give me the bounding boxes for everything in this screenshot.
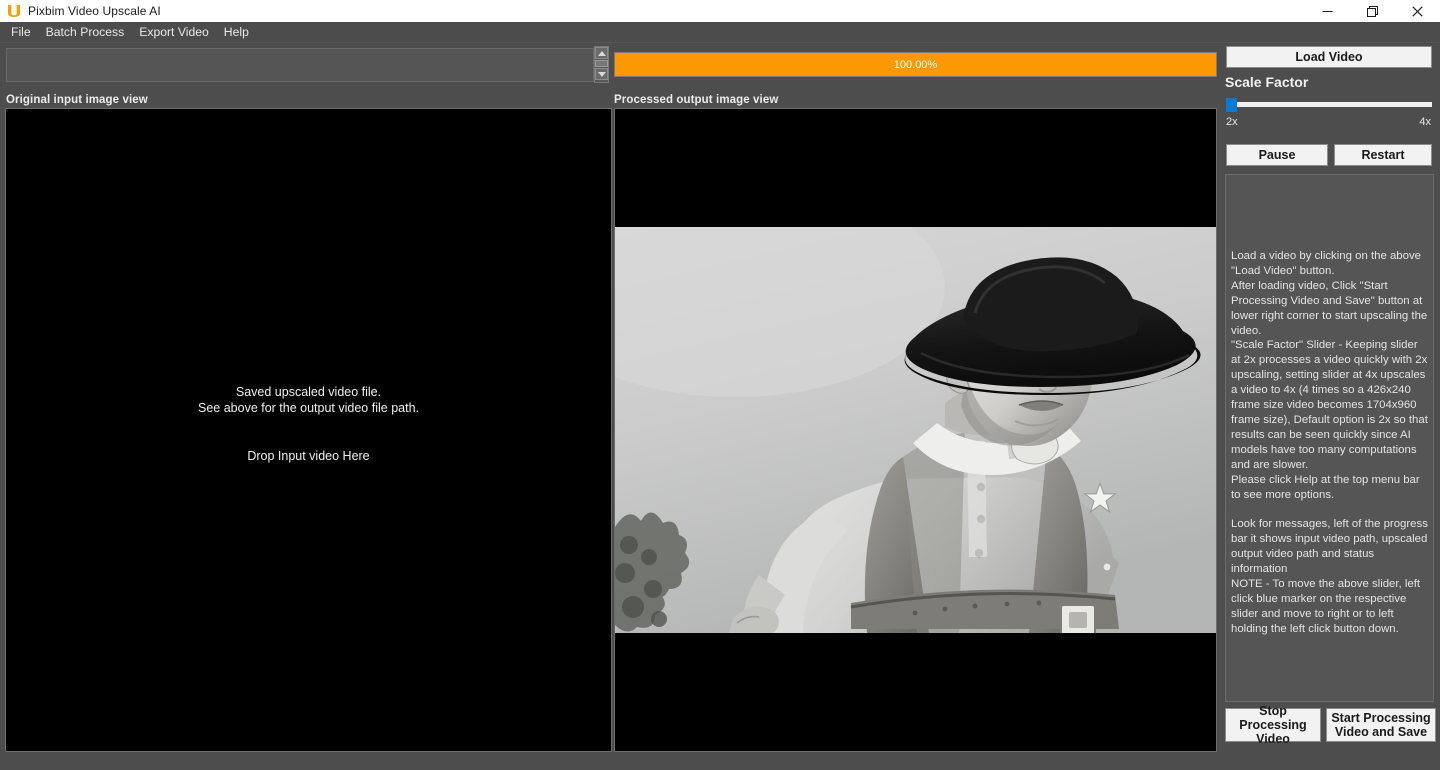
window-controls [1305, 0, 1440, 22]
help-paragraph-4: Please click Help at the top menu bar to… [1231, 473, 1428, 503]
stop-processing-video-button[interactable]: Stop Processing Video [1225, 708, 1321, 742]
input-placeholder: Saved upscaled video file. See above for… [198, 384, 419, 464]
help-text-panel[interactable]: Load a video by clicking on the above "L… [1225, 174, 1434, 702]
restart-button[interactable]: Restart [1334, 144, 1432, 166]
progress-bar: 100.00% [614, 52, 1217, 77]
help-spacer [1231, 502, 1428, 517]
menu-item-batch-process[interactable]: Batch Process [39, 23, 132, 42]
saved-file-line: Saved upscaled video file. [198, 384, 419, 400]
chevron-up-icon[interactable] [595, 47, 608, 59]
help-paragraph-5: Look for messages, left of the progress … [1231, 517, 1428, 577]
progress-bar-fill: 100.00% [615, 53, 1216, 76]
app-logo-icon [7, 4, 21, 18]
title-bar: Pixbim Video Upscale AI [0, 0, 1440, 22]
menu-item-export-video[interactable]: Export Video [132, 23, 216, 42]
close-button[interactable] [1395, 0, 1440, 22]
menu-item-help[interactable]: Help [217, 23, 256, 42]
processed-video-frame [615, 227, 1216, 633]
scrollbar-thumb[interactable] [595, 60, 608, 67]
processed-output-image-view[interactable] [614, 108, 1217, 752]
progress-bar-label: 100.00% [894, 59, 937, 71]
slider-rail[interactable] [1226, 102, 1432, 107]
minimize-button[interactable] [1305, 0, 1350, 22]
maximize-button[interactable] [1350, 0, 1395, 22]
scale-min-label: 2x [1226, 116, 1238, 128]
help-paragraph-1: Load a video by clicking on the above "L… [1231, 249, 1428, 279]
scale-factor-slider[interactable] [1226, 98, 1432, 112]
start-processing-video-save-button[interactable]: Start Processing Video and Save [1326, 708, 1436, 742]
scale-factor-label: Scale Factor [1225, 74, 1308, 90]
help-text-content: Load a video by clicking on the above "L… [1226, 175, 1433, 637]
menu-item-file[interactable]: File [4, 23, 38, 42]
slider-handle[interactable] [1226, 98, 1237, 112]
output-path-hint-line: See above for the output video file path… [198, 400, 419, 416]
status-message-scrollbar[interactable] [594, 46, 609, 83]
control-panel: Load Video Scale Factor 2x 4x Pause Rest… [1222, 46, 1436, 764]
scale-max-label: 4x [1419, 116, 1431, 128]
processed-output-caption: Processed output image view [614, 94, 778, 106]
status-message-box[interactable] [6, 48, 594, 82]
help-paragraph-3: "Scale Factor" Slider - Keeping slider a… [1231, 338, 1428, 472]
help-paragraph-6: NOTE - To move the above slider, left cl… [1231, 577, 1428, 637]
original-input-image-view[interactable]: Saved upscaled video file. See above for… [5, 108, 612, 752]
pause-button[interactable]: Pause [1226, 144, 1328, 166]
load-video-button[interactable]: Load Video [1226, 46, 1432, 68]
status-message-text [7, 49, 593, 55]
original-input-caption: Original input image view [6, 94, 148, 106]
window-title: Pixbim Video Upscale AI [28, 4, 161, 18]
drop-video-hint: Drop Input video Here [198, 448, 419, 464]
help-paragraph-2: After loading video, Click "Start Proces… [1231, 279, 1428, 339]
menu-bar: File Batch Process Export Video Help [0, 22, 1440, 43]
chevron-down-icon[interactable] [595, 68, 608, 80]
